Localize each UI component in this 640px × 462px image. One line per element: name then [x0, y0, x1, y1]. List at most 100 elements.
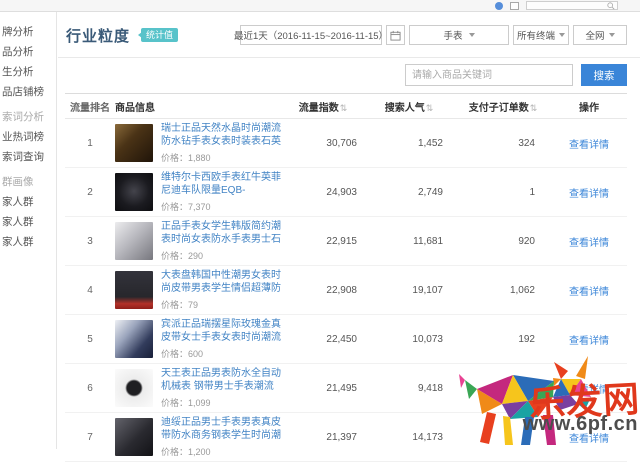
rank-cell: 2 [87, 186, 93, 198]
table-row: 5 宾派正品瑞摆星际玫瑰金真皮带女士手表女表时尚潮流女防水石英表 价格：600 … [65, 315, 627, 364]
keyword-search-row: 搜索 [58, 58, 640, 92]
product-cell: 大表盘韩国中性潮男女表时尚皮带男表学生情侣超薄防水石英手表 价格：79 [115, 269, 283, 311]
table-row: 2 维特尔卡西欧手表红牛英菲尼迪车队限量EQB-500RBB-2A太阳能蓝牙 价… [65, 168, 627, 217]
product-price: 价格：1,880 [161, 153, 211, 163]
view-details-link[interactable]: 查看详情 [569, 140, 609, 151]
category-dropdown[interactable]: 手表 [409, 25, 509, 45]
product-thumbnail[interactable] [115, 222, 153, 260]
sidebar-item-hot-words[interactable]: 业热词榜 [0, 127, 56, 147]
product-price: 价格：600 [161, 349, 204, 359]
traffic-index-value: 22,450 [326, 333, 357, 345]
topbar-icons [495, 1, 618, 10]
search-popularity-value: 14,173 [412, 431, 443, 443]
sort-icon[interactable]: ⇅ [530, 103, 538, 113]
sort-icon[interactable]: ⇅ [340, 103, 348, 113]
view-details-link[interactable]: 查看详情 [569, 434, 609, 445]
pay-suborders-value: 192 [518, 333, 535, 345]
product-thumbnail[interactable] [115, 369, 153, 407]
product-cell: 宾派正品瑞摆星际玫瑰金真皮带女士手表女表时尚潮流女防水石英表 价格：600 [115, 318, 283, 360]
product-cell: 瑞士正品天然水晶时尚潮流防水钻手表女表时装表石英表手链表女士 价格：1,880 [115, 122, 283, 164]
chevron-down-icon [608, 33, 615, 37]
view-details-link[interactable]: 查看详情 [569, 385, 609, 396]
search-popularity-value: 11,681 [413, 235, 443, 247]
category-dropdown-value: 手表 [443, 31, 463, 42]
date-range-selector[interactable]: 最近1天（2016-11-15~2016-11-15） [234, 25, 388, 45]
product-thumbnail[interactable] [115, 124, 153, 162]
table-header-row: 流量排名 商品信息 流量指数⇅ 搜索人气⇅ 支付子订单数⇅ 操作 [65, 93, 627, 119]
product-title-link[interactable]: 正品手表女学生韩版简约潮表时尚女表防水手表男士石英情侣表夜光 [161, 220, 283, 246]
search-popularity-value: 19,107 [412, 284, 443, 296]
view-details-link[interactable]: 查看详情 [569, 336, 609, 347]
product-thumbnail[interactable] [115, 320, 153, 358]
product-title-link[interactable]: 瑞士正品天然水晶时尚潮流防水钻手表女表时装表石英表手链表女士 [161, 122, 283, 148]
terminal-dropdown[interactable]: 所有终端 [513, 25, 569, 45]
pay-suborders-value: 920 [518, 235, 535, 247]
product-thumbnail[interactable] [115, 271, 153, 309]
table-row: 3 正品手表女学生韩版简约潮表时尚女表防水手表男士石英情侣表夜光 价格：290 … [65, 217, 627, 266]
browser-search-box[interactable] [526, 1, 618, 10]
product-thumbnail[interactable] [115, 173, 153, 211]
search-popularity-value: 2,749 [417, 186, 443, 198]
sidebar-item-crowd-3[interactable]: 家人群 [0, 232, 56, 252]
search-popularity-value: 1,452 [417, 137, 443, 149]
sidebar-item-crowd-1[interactable]: 家人群 [0, 192, 56, 212]
table-row: 1 瑞士正品天然水晶时尚潮流防水钻手表女表时装表石英表手链表女士 价格：1,88… [65, 119, 627, 168]
terminal-dropdown-value: 所有终端 [517, 31, 556, 42]
product-price: 价格：79 [161, 300, 199, 310]
window-icon[interactable] [510, 1, 519, 10]
view-details-link[interactable]: 查看详情 [569, 238, 609, 249]
ranking-table: 流量排名 商品信息 流量指数⇅ 搜索人气⇅ 支付子订单数⇅ 操作 1 瑞士正品天… [65, 93, 627, 462]
traffic-index-value: 22,908 [326, 284, 357, 296]
sidebar-item-seller-analysis[interactable]: 生分析 [0, 62, 56, 82]
sidebar-item-product-shop-rank[interactable]: 品店铺榜 [0, 82, 56, 102]
col-header-search-popularity[interactable]: 搜索人气⇅ [363, 99, 455, 114]
pay-suborders-value: 1 [529, 186, 535, 198]
view-details-link[interactable]: 查看详情 [569, 189, 609, 200]
product-cell: 天王表正品男表防水全自动机械表 钢带男士手表潮流休闲商务5845 价格：1,09… [115, 367, 283, 409]
product-title-link[interactable]: 大表盘韩国中性潮男女表时尚皮带男表学生情侣超薄防水石英手表 [161, 269, 283, 295]
sidebar-section-search-word: 索词分析 [2, 111, 44, 123]
traffic-index-value: 30,706 [326, 137, 357, 149]
view-details-link[interactable]: 查看详情 [569, 287, 609, 298]
calendar-button[interactable] [386, 25, 405, 45]
product-price: 价格：1,099 [161, 398, 211, 408]
col-header-traffic-index[interactable]: 流量指数⇅ [283, 99, 363, 114]
sidebar-item-crowd-2[interactable]: 家人群 [0, 212, 56, 232]
col-header-pay-suborders[interactable]: 支付子订单数⇅ [455, 99, 551, 114]
main-content: 行业粒度 统计值 最近1天（2016-11-15~2016-11-15） 手表 … [58, 12, 640, 462]
browser-avatar-icon[interactable] [495, 1, 503, 10]
sidebar-item-product-analysis[interactable]: 品分析 [0, 42, 56, 62]
rank-cell: 5 [87, 333, 93, 345]
table-row: 4 大表盘韩国中性潮男女表时尚皮带男表学生情侣超薄防水石英手表 价格：79 22… [65, 266, 627, 315]
product-title-link[interactable]: 迪绥正品男士手表男表真皮带防水商务钢表学生时尚潮流运动石英表 [161, 416, 283, 442]
sort-icon[interactable]: ⇅ [426, 103, 434, 113]
traffic-index-value: 24,903 [326, 186, 357, 198]
sidebar-section-crowd-profile: 群画像 [2, 176, 34, 188]
network-dropdown[interactable]: 全网 [573, 25, 627, 45]
rank-cell: 6 [87, 382, 93, 394]
pay-suborders-value: 1,062 [509, 284, 535, 296]
rank-cell: 1 [87, 137, 93, 149]
product-thumbnail[interactable] [115, 418, 153, 456]
search-popularity-value: 9,418 [417, 382, 443, 394]
page-header: 行业粒度 统计值 最近1天（2016-11-15~2016-11-15） 手表 … [58, 12, 640, 50]
table-row: 7 迪绥正品男士手表男表真皮带防水商务钢表学生时尚潮流运动石英表 价格：1,20… [65, 413, 627, 462]
sidebar-item-brand-analysis[interactable]: 牌分析 [0, 22, 56, 42]
search-button[interactable]: 搜索 [581, 64, 627, 86]
calendar-icon [390, 30, 401, 41]
filter-toolbar: 最近1天（2016-11-15~2016-11-15） 手表 所有终端 全网 [234, 25, 627, 45]
search-popularity-value: 10,073 [412, 333, 443, 345]
keyword-search-input[interactable] [405, 64, 573, 86]
chevron-down-icon [559, 33, 566, 37]
product-price: 价格：1,200 [161, 447, 211, 457]
product-title-link[interactable]: 天王表正品男表防水全自动机械表 钢带男士手表潮流休闲商务5845 [161, 367, 283, 393]
traffic-index-value: 21,397 [326, 431, 357, 443]
sidebar: 牌分析 品分析 生分析 品店铺榜 索词分析 业热词榜 索词查询 群画像 家人群 … [0, 12, 57, 449]
product-title-link[interactable]: 维特尔卡西欧手表红牛英菲尼迪车队限量EQB-500RBB-2A太阳能蓝牙 [161, 171, 283, 197]
product-cell: 正品手表女学生韩版简约潮表时尚女表防水手表男士石英情侣表夜光 价格：290 [115, 220, 283, 262]
sidebar-item-word-query[interactable]: 索词查询 [0, 147, 56, 167]
product-title-link[interactable]: 宾派正品瑞摆星际玫瑰金真皮带女士手表女表时尚潮流女防水石英表 [161, 318, 283, 344]
chevron-down-icon [468, 33, 475, 37]
traffic-index-value: 22,915 [326, 235, 357, 247]
pay-suborders-value: 324 [518, 137, 535, 149]
